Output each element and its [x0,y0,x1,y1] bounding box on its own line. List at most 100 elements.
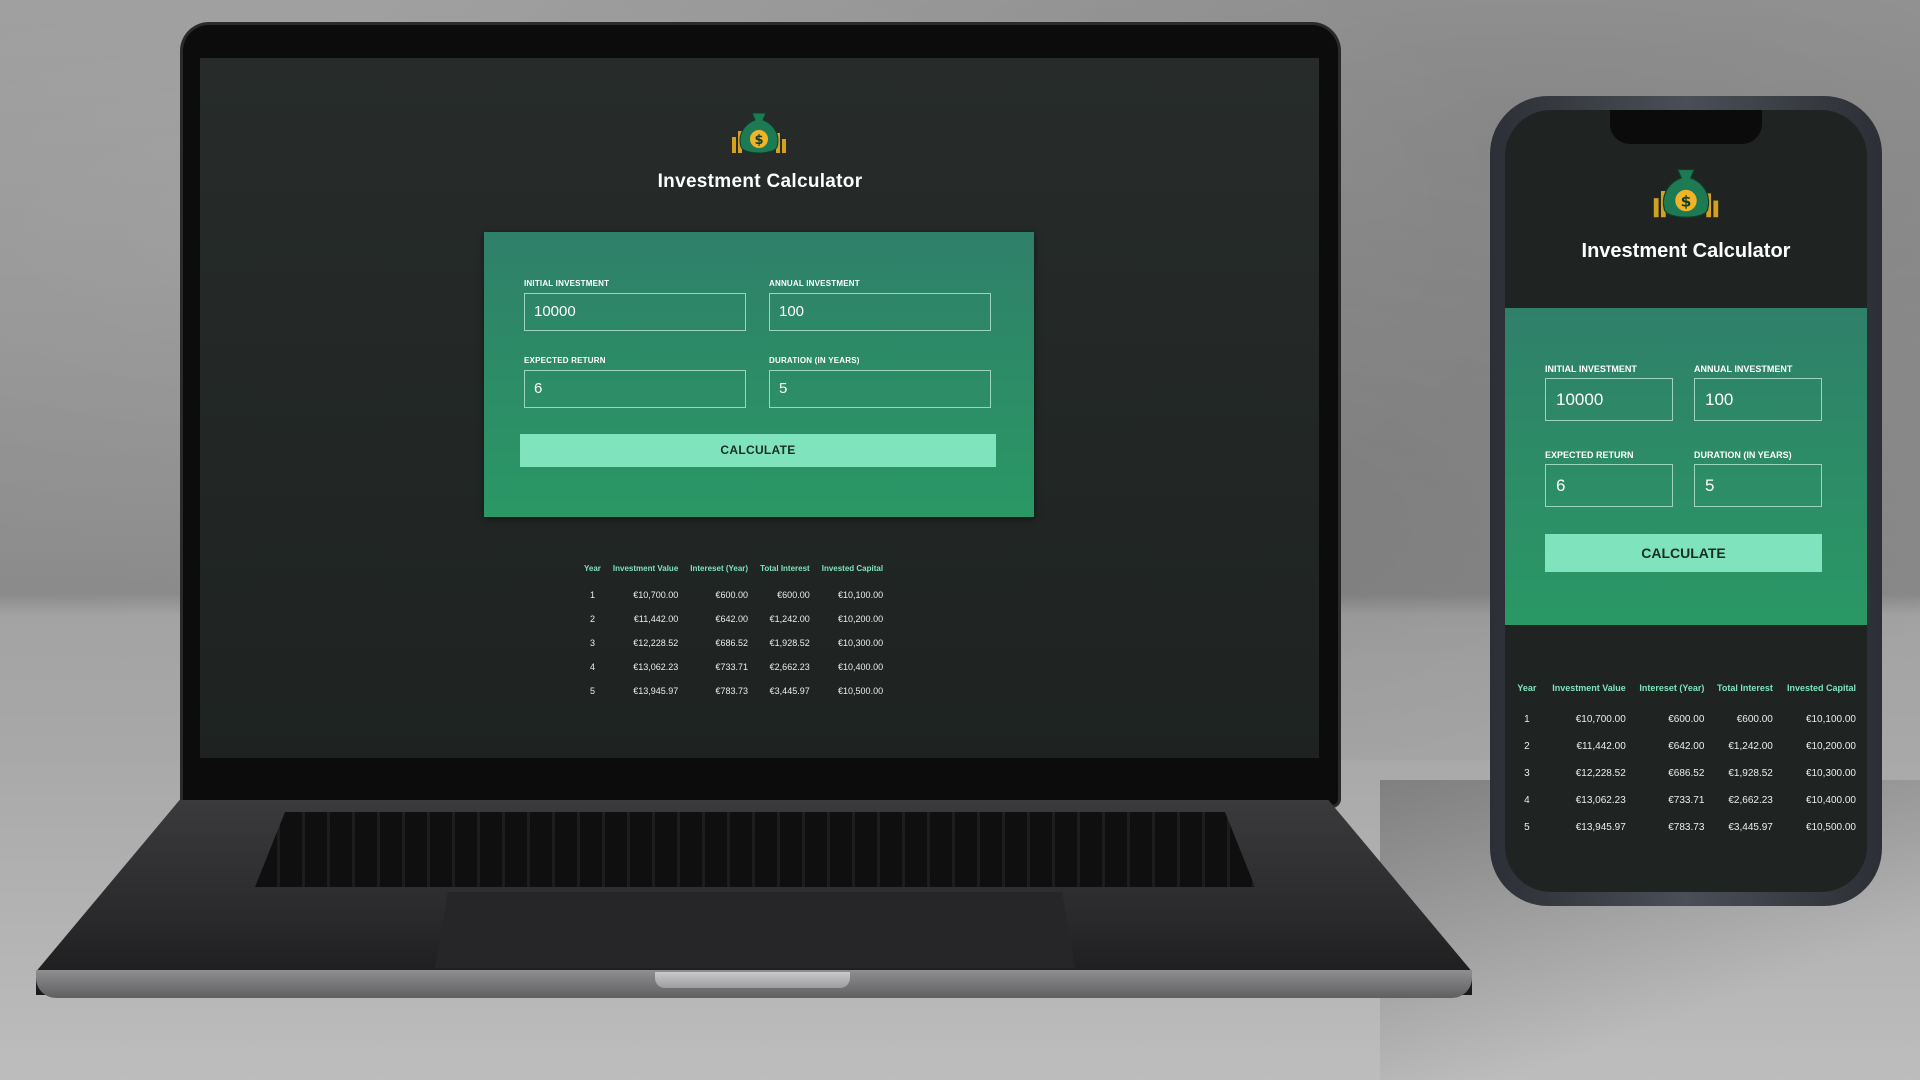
expected-return-input[interactable]: 6 [524,370,746,408]
cell-invested-capital: €10,200.00 [838,614,884,624]
cell-investment-value: €13,062.23 [633,662,679,672]
laptop-opening-notch [655,972,850,988]
cell-total-interest: €2,662.23 [769,662,810,672]
calculate-button[interactable]: CALCULATE [1545,534,1822,572]
cell-invested-capital: €10,300.00 [1805,768,1856,779]
table-row: 4 €13,062.23 €733.71 €2,662.23 €10,400.0… [1513,787,1859,814]
cell-investment-value: €11,442.00 [1576,741,1626,752]
money-bag-icon: $ [732,112,786,154]
header-investment-value: Investment Value [1552,683,1626,693]
header-invested-capital: Invested Capital [821,564,884,573]
cell-interest-year: €642.00 [715,614,749,624]
annual-investment-label: ANNUAL INVESTMENT [1694,364,1793,374]
results-table: Year Investment Value Intereset (Year) T… [1513,682,1859,841]
expected-return-input[interactable]: 6 [1545,464,1673,507]
initial-investment-label: INITIAL INVESTMENT [524,279,610,288]
duration-input[interactable]: 5 [1694,464,1822,507]
header-year: Year [584,564,601,573]
laptop-screen: $ Investment Calculator INITIAL INVESTME… [200,58,1319,758]
duration-label: DURATION (IN YEARS) [1694,450,1792,460]
cell-investment-value: €12,228.52 [1575,768,1626,779]
header-invested-capital: Invested Capital [1786,683,1856,693]
calculate-button[interactable]: CALCULATE [520,434,996,467]
cell-investment-value: €10,700.00 [633,590,679,600]
cell-investment-value: €13,945.97 [1575,822,1626,833]
cell-year: 5 [589,686,595,696]
page-title: Investment Calculator [1581,240,1791,262]
cell-interest-year: €686.52 [715,638,749,648]
cell-total-interest: €600.00 [1736,714,1773,725]
cell-interest-year: €733.71 [1668,795,1705,806]
duration-label: DURATION (IN YEARS) [769,356,860,365]
cell-year: 4 [1524,795,1530,806]
table-header-row: Year Investment Value Intereset (Year) T… [578,564,889,583]
cell-invested-capital: €10,500.00 [1805,822,1856,833]
table-row: 3 €12,228.52 €686.52 €1,928.52 €10,300.0… [578,631,889,655]
phone-screen: $ Investment Calculator INITIAL INVESTME… [1505,110,1867,892]
cell-interest-year: €783.73 [1668,822,1705,833]
cell-total-interest: €3,445.97 [1728,822,1773,833]
svg-text:$: $ [1681,193,1692,211]
calculator-form: INITIAL INVESTMENT 10000 ANNUAL INVESTME… [484,232,1034,517]
table-row: 1 €10,700.00 €600.00 €600.00 €10,100.00 [578,583,889,607]
header-interest-year: Intereset (Year) [1639,683,1705,693]
svg-text:$: $ [754,133,763,148]
annual-investment-label: ANNUAL INVESTMENT [769,279,860,288]
table-row: 3 €12,228.52 €686.52 €1,928.52 €10,300.0… [1513,760,1859,787]
cell-total-interest: €600.00 [777,590,810,600]
header-year: Year [1517,683,1537,693]
cell-invested-capital: €10,300.00 [838,638,884,648]
cell-total-interest: €3,445.97 [769,686,810,696]
cell-interest-year: €783.73 [715,686,749,696]
cell-investment-value: €13,945.97 [633,686,679,696]
calculator-form: INITIAL INVESTMENT 10000 ANNUAL INVESTME… [1505,308,1867,625]
cell-total-interest: €1,242.00 [769,614,810,624]
header-investment-value: Investment Value [612,564,679,573]
phone-notch [1610,110,1762,144]
cell-total-interest: €2,662.23 [1728,795,1773,806]
cell-year: 3 [1524,768,1530,779]
cell-investment-value: €13,062.23 [1575,795,1626,806]
table-row: 5 €13,945.97 €783.73 €3,445.97 €10,500.0… [578,679,889,703]
cell-year: 4 [589,662,595,672]
laptop-trackpad [435,892,1075,968]
table-row: 2 €11,442.00 €642.00 €1,242.00 €10,200.0… [1513,733,1859,760]
expected-return-label: EXPECTED RETURN [524,356,606,365]
initial-investment-input[interactable]: 10000 [524,293,746,331]
annual-investment-input[interactable]: 100 [1694,378,1822,421]
cell-year: 3 [589,638,595,648]
laptop-keyboard [255,812,1255,887]
table-row: 2 €11,442.00 €642.00 €1,242.00 €10,200.0… [578,607,889,631]
header-total-interest: Total Interest [760,564,810,573]
header-interest-year: Intereset (Year) [690,564,749,573]
annual-investment-input[interactable]: 100 [769,293,991,331]
table-header-row: Year Investment Value Intereset (Year) T… [1513,682,1859,706]
cell-total-interest: €1,242.00 [1728,741,1773,752]
cell-invested-capital: €10,400.00 [1805,795,1856,806]
initial-investment-label: INITIAL INVESTMENT [1545,364,1637,374]
cell-investment-value: €11,442.00 [633,614,679,624]
initial-investment-input[interactable]: 10000 [1545,378,1673,421]
duration-input[interactable]: 5 [769,370,991,408]
expected-return-label: EXPECTED RETURN [1545,450,1634,460]
cell-invested-capital: €10,100.00 [838,590,884,600]
table-row: 5 €13,945.97 €783.73 €3,445.97 €10,500.0… [1513,814,1859,841]
cell-interest-year: €733.71 [715,662,749,672]
cell-interest-year: €642.00 [1668,741,1705,752]
header-total-interest: Total Interest [1717,683,1773,693]
cell-year: 1 [1524,714,1530,725]
cell-invested-capital: €10,400.00 [838,662,884,672]
cell-year: 2 [589,614,595,624]
cell-invested-capital: €10,200.00 [1805,741,1856,752]
cell-interest-year: €600.00 [715,590,749,600]
cell-investment-value: €12,228.52 [633,638,679,648]
page-title: Investment Calculator [657,171,863,192]
money-bag-icon: $ [1653,168,1719,218]
cell-year: 2 [1524,741,1530,752]
cell-year: 5 [1524,822,1530,833]
cell-total-interest: €1,928.52 [1728,768,1773,779]
cell-invested-capital: €10,100.00 [1805,714,1856,725]
table-row: 4 €13,062.23 €733.71 €2,662.23 €10,400.0… [578,655,889,679]
cell-interest-year: €600.00 [1668,714,1705,725]
cell-investment-value: €10,700.00 [1575,714,1626,725]
